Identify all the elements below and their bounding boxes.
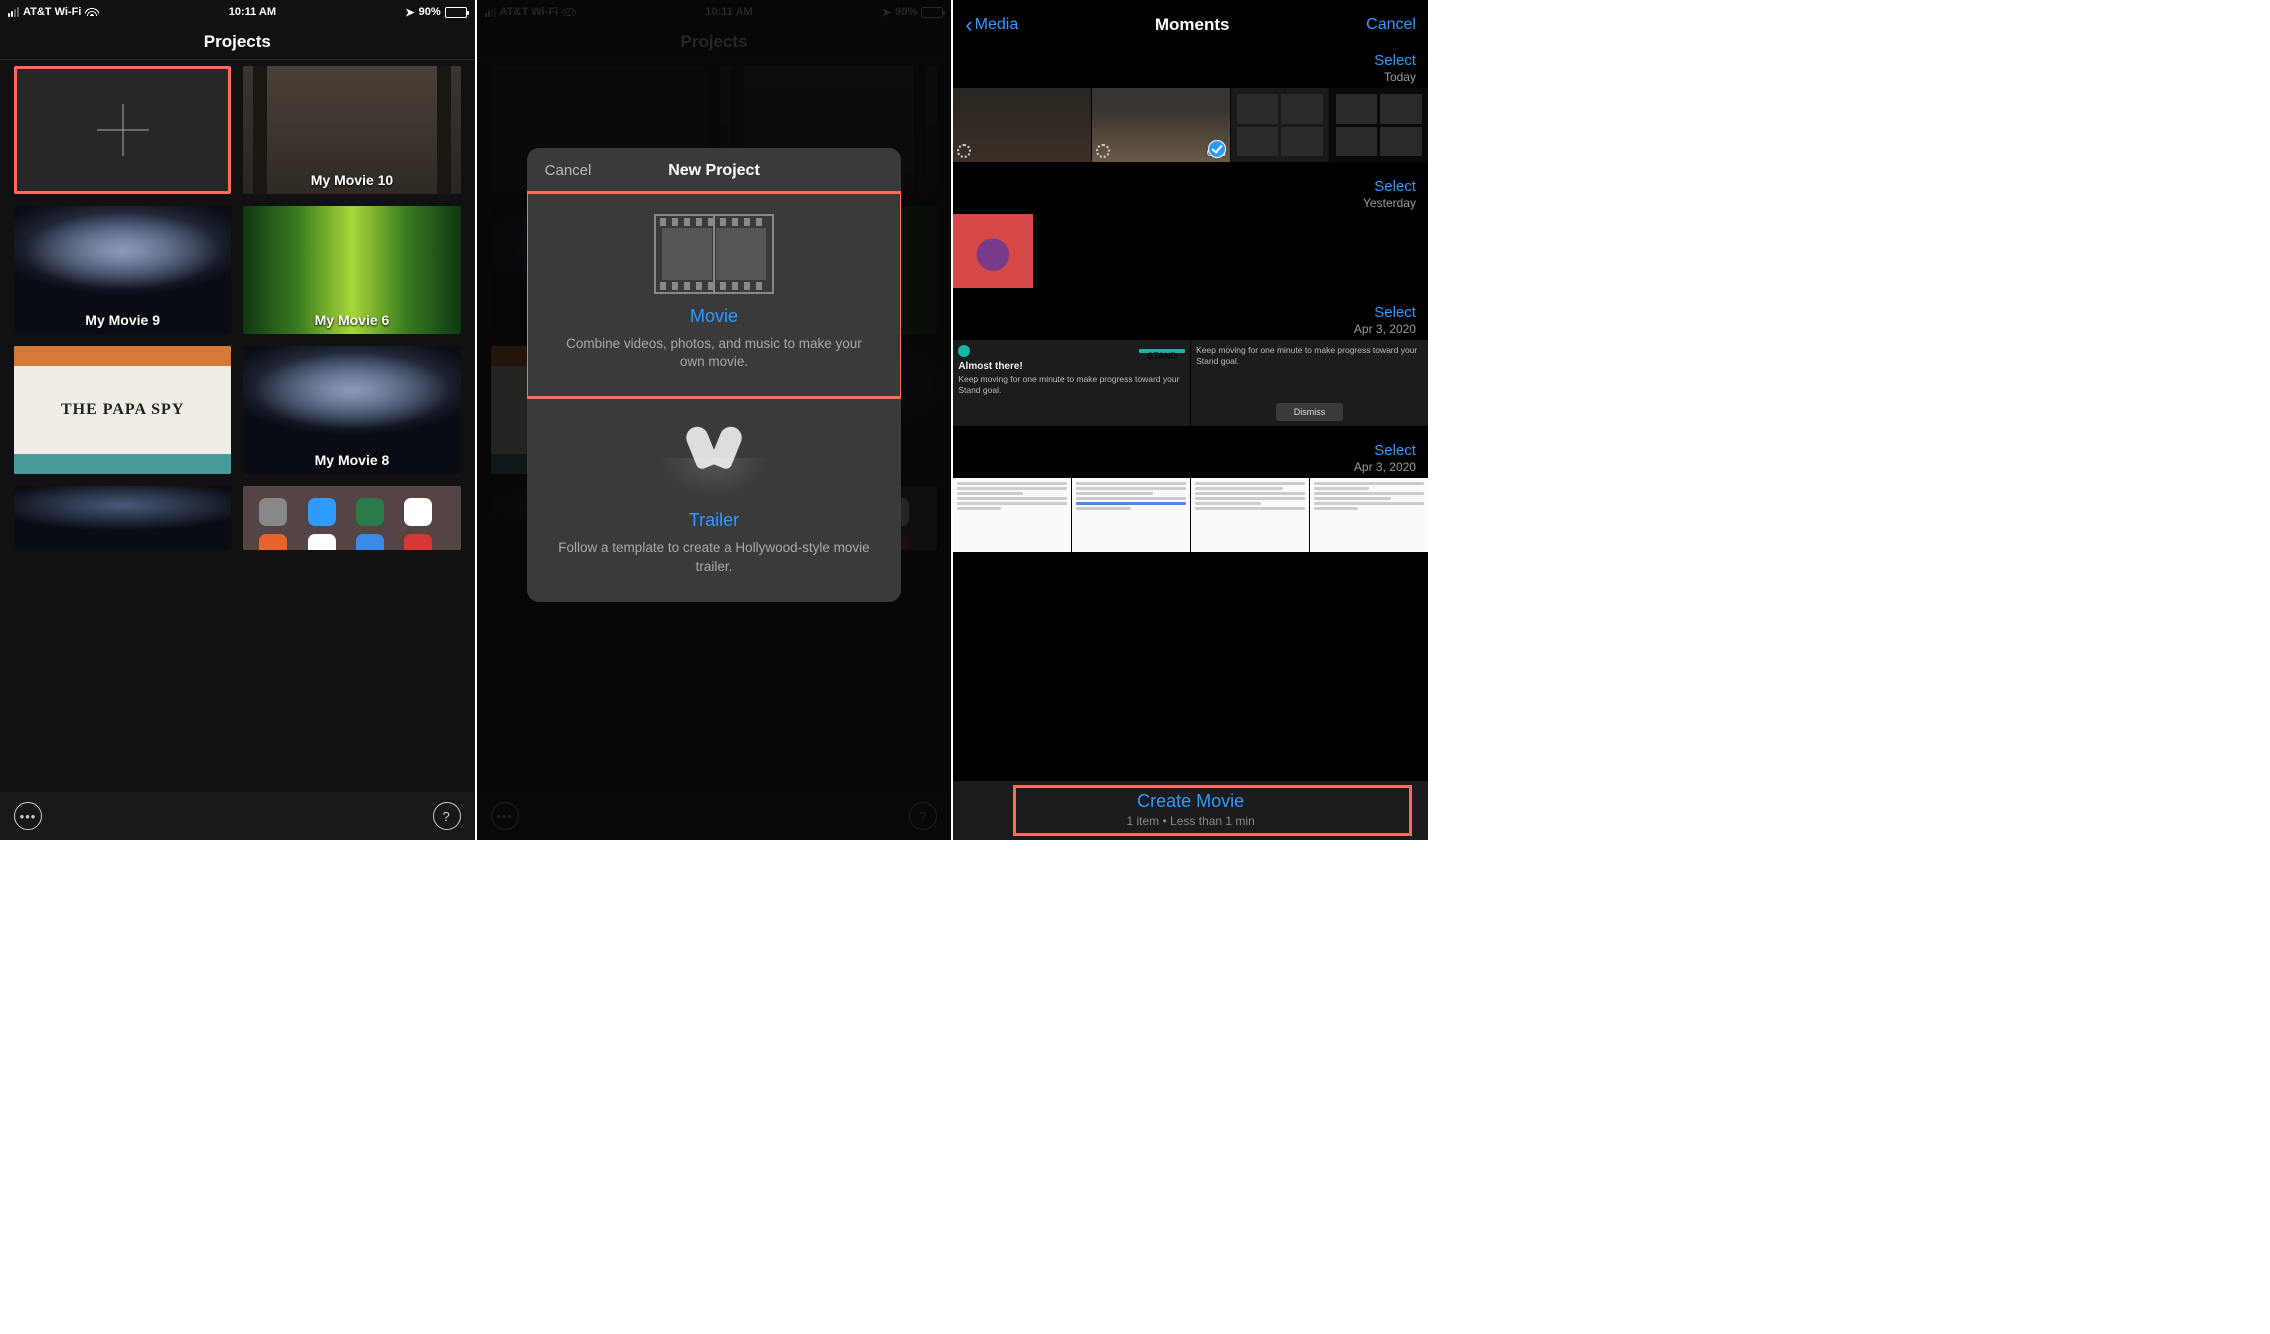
note-text: Keep moving for one minute to make progr… bbox=[1196, 345, 1423, 397]
nav-bar: ‹Media Moments Cancel bbox=[953, 0, 1428, 50]
section-date: Yesterday bbox=[965, 196, 1416, 210]
cancel-button[interactable]: Cancel bbox=[1366, 16, 1416, 34]
plus-icon bbox=[97, 104, 149, 156]
carrier-label: AT&T Wi-Fi bbox=[23, 6, 81, 18]
media-thumb[interactable] bbox=[953, 478, 1071, 552]
media-row: 0.5s bbox=[953, 88, 1428, 162]
section-header: Select Yesterday bbox=[953, 176, 1428, 214]
bottom-bar: Create Movie 1 item • Less than 1 min bbox=[953, 781, 1428, 840]
projects-screen: AT&T Wi-Fi 10:11 AM ➤ 90% Projects My Mo… bbox=[0, 0, 477, 840]
select-button[interactable]: Select bbox=[965, 178, 1416, 195]
media-thumb[interactable]: Keep moving for one minute to make progr… bbox=[1191, 340, 1428, 426]
media-thumb[interactable] bbox=[1330, 88, 1428, 162]
media-thumb[interactable] bbox=[953, 214, 1033, 288]
signal-icon bbox=[8, 7, 19, 17]
check-icon bbox=[1208, 140, 1226, 158]
location-icon: ➤ bbox=[405, 6, 414, 19]
select-button[interactable]: Select bbox=[965, 304, 1416, 321]
trailer-option[interactable]: Trailer Follow a template to create a Ho… bbox=[527, 397, 902, 601]
loading-icon bbox=[1096, 144, 1110, 158]
battery-pct-label: 90% bbox=[419, 6, 441, 18]
back-button[interactable]: ‹Media bbox=[965, 14, 1018, 36]
note-text: Keep moving for one minute to make progr… bbox=[958, 374, 1185, 395]
project-tile[interactable]: THE PAPA SPY bbox=[14, 346, 231, 474]
option-title: Movie bbox=[557, 306, 872, 327]
section-header: Select Today bbox=[953, 50, 1428, 88]
loading-icon bbox=[957, 144, 971, 158]
media-thumb[interactable]: 0.5s bbox=[1092, 88, 1230, 162]
media-thumb[interactable] bbox=[1191, 478, 1309, 552]
project-tile[interactable]: My Movie 6 bbox=[243, 206, 460, 334]
badge: STAND bbox=[1139, 349, 1185, 353]
create-movie-button[interactable]: Create Movie bbox=[953, 791, 1428, 812]
help-button[interactable]: ? bbox=[433, 802, 461, 830]
media-row bbox=[953, 478, 1428, 552]
add-project-button[interactable] bbox=[14, 66, 231, 194]
option-desc: Follow a template to create a Hollywood-… bbox=[557, 539, 872, 575]
project-tile[interactable] bbox=[14, 486, 231, 550]
cancel-button[interactable]: Cancel bbox=[545, 162, 592, 179]
page-title: Moments bbox=[1155, 15, 1230, 35]
section-header: Select Apr 3, 2020 bbox=[953, 302, 1428, 340]
battery-icon bbox=[445, 7, 467, 18]
status-bar: AT&T Wi-Fi 10:11 AM ➤ 90% bbox=[0, 0, 475, 24]
project-label: My Movie 6 bbox=[315, 312, 390, 328]
media-thumb[interactable]: STAND Almost there! Keep moving for one … bbox=[953, 340, 1190, 426]
new-project-sheet: Cancel New Project Movie Combine videos,… bbox=[527, 148, 902, 602]
chevron-left-icon: ‹ bbox=[965, 14, 972, 36]
media-thumb[interactable] bbox=[1310, 478, 1428, 552]
media-row bbox=[953, 214, 1428, 288]
project-label: My Movie 8 bbox=[315, 452, 390, 468]
project-label: THE PAPA SPY bbox=[14, 366, 231, 454]
select-button[interactable]: Select bbox=[965, 442, 1416, 459]
footer-bar: ••• ? bbox=[0, 792, 475, 840]
clock-label: 10:11 AM bbox=[229, 6, 276, 18]
option-title: Trailer bbox=[557, 510, 872, 531]
select-button[interactable]: Select bbox=[965, 52, 1416, 69]
project-label: My Movie 9 bbox=[85, 312, 160, 328]
dismiss-button[interactable]: Dismiss bbox=[1276, 403, 1344, 421]
project-tile[interactable]: My Movie 8 bbox=[243, 346, 460, 474]
new-project-screen: AT&T Wi-Fi 10:11 AM ➤90% Projects •••? C… bbox=[477, 0, 954, 840]
project-tile[interactable]: My Movie 10 bbox=[243, 66, 460, 194]
media-thumb[interactable] bbox=[953, 88, 1091, 162]
page-title: Projects bbox=[0, 24, 475, 60]
section-date: Apr 3, 2020 bbox=[965, 322, 1416, 336]
media-thumb[interactable] bbox=[1072, 478, 1190, 552]
section-date: Apr 3, 2020 bbox=[965, 460, 1416, 474]
section-date: Today bbox=[965, 70, 1416, 84]
project-tile[interactable]: My Movie 9 bbox=[14, 206, 231, 334]
note-title: Almost there! bbox=[958, 361, 1185, 372]
film-icon bbox=[654, 214, 774, 294]
section-header: Select Apr 3, 2020 bbox=[953, 440, 1428, 478]
spotlight-icon bbox=[664, 418, 764, 498]
more-button[interactable]: ••• bbox=[14, 802, 42, 830]
wifi-icon bbox=[85, 6, 99, 19]
moments-picker-screen: ‹Media Moments Cancel Select Today 0.5s … bbox=[953, 0, 1430, 840]
media-thumb[interactable] bbox=[1231, 88, 1329, 162]
project-tile[interactable] bbox=[243, 486, 460, 550]
selection-summary: 1 item • Less than 1 min bbox=[953, 814, 1428, 828]
option-desc: Combine videos, photos, and music to mak… bbox=[557, 335, 872, 371]
media-row: STAND Almost there! Keep moving for one … bbox=[953, 340, 1428, 426]
movie-option[interactable]: Movie Combine videos, photos, and music … bbox=[527, 193, 902, 397]
project-label: My Movie 10 bbox=[311, 172, 393, 188]
projects-grid: My Movie 10 My Movie 9 My Movie 6 THE PA… bbox=[0, 60, 475, 556]
